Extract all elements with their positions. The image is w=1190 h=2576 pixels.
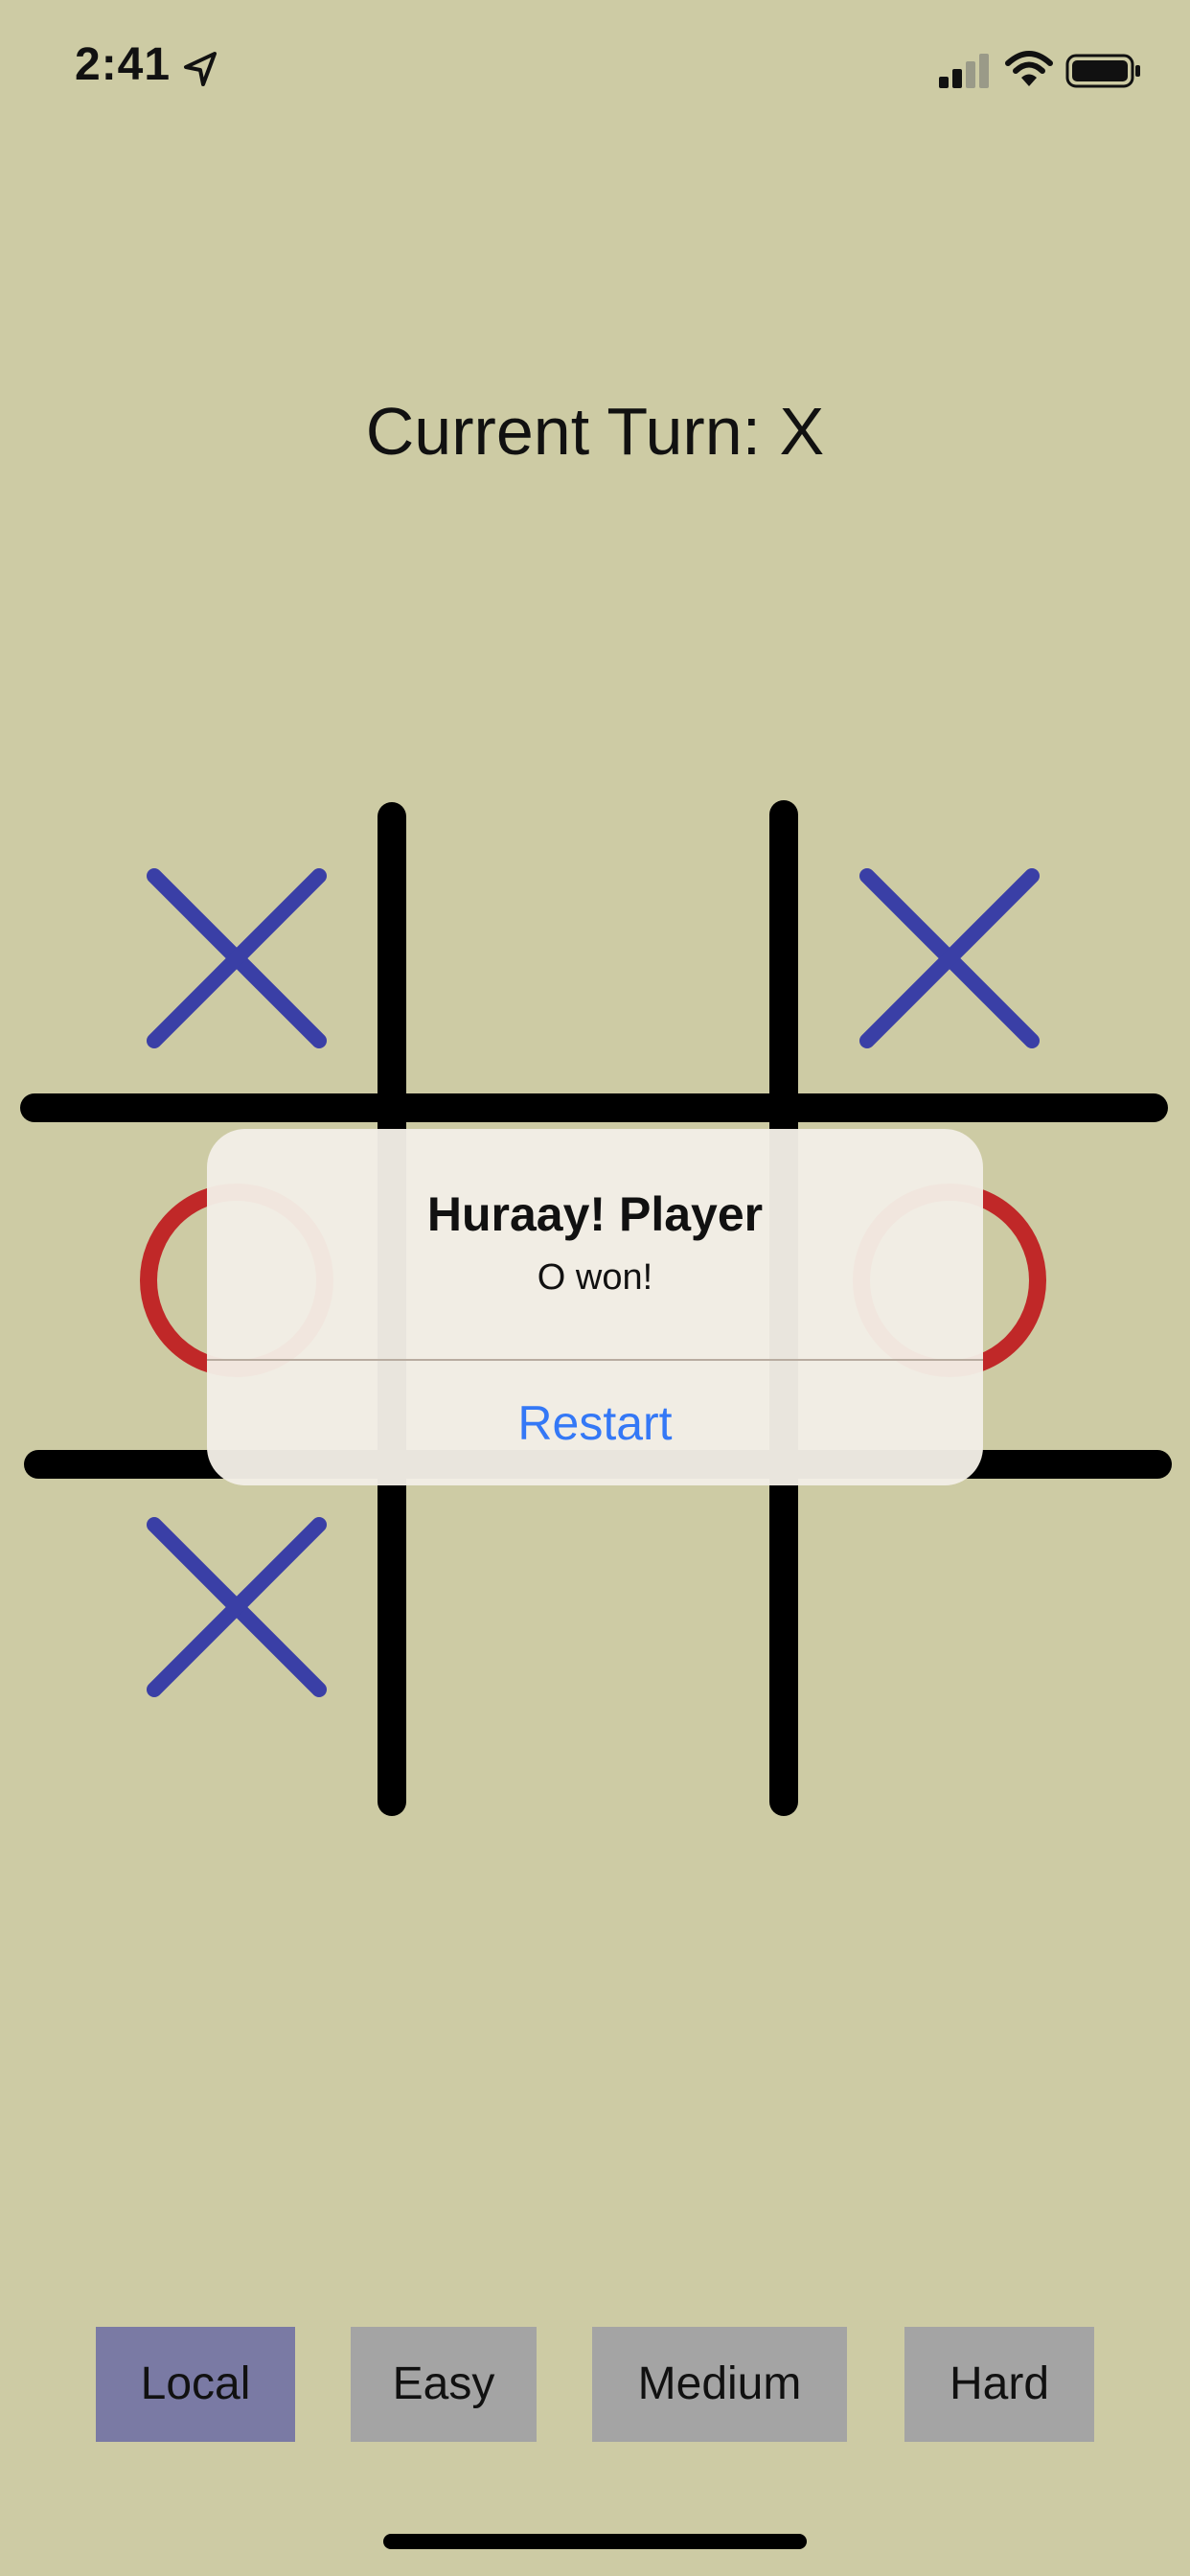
win-alert: Huraay! Player O won! Restart	[207, 1129, 983, 1485]
restart-button[interactable]: Restart	[207, 1361, 983, 1485]
status-time: 2:41	[75, 39, 172, 90]
home-indicator	[383, 2534, 807, 2549]
x-mark	[147, 1517, 327, 1697]
mode-easy-button[interactable]: Easy	[351, 2327, 537, 2442]
alert-message: O won!	[537, 1257, 653, 1298]
mode-local-button[interactable]: Local	[96, 2327, 295, 2442]
current-turn-label: Current Turn: X	[365, 394, 825, 469]
location-arrow-icon	[184, 52, 217, 86]
x-mark	[147, 868, 327, 1048]
mode-hard-button[interactable]: Hard	[904, 2327, 1094, 2442]
battery-icon	[1065, 54, 1140, 88]
mode-medium-button[interactable]: Medium	[592, 2327, 847, 2442]
cellular-signal-icon	[939, 54, 989, 88]
wifi-icon	[1005, 51, 1053, 86]
x-mark	[859, 868, 1040, 1048]
status-bar: 2:41	[0, 0, 1190, 144]
alert-title: Huraay! Player	[426, 1187, 764, 1241]
